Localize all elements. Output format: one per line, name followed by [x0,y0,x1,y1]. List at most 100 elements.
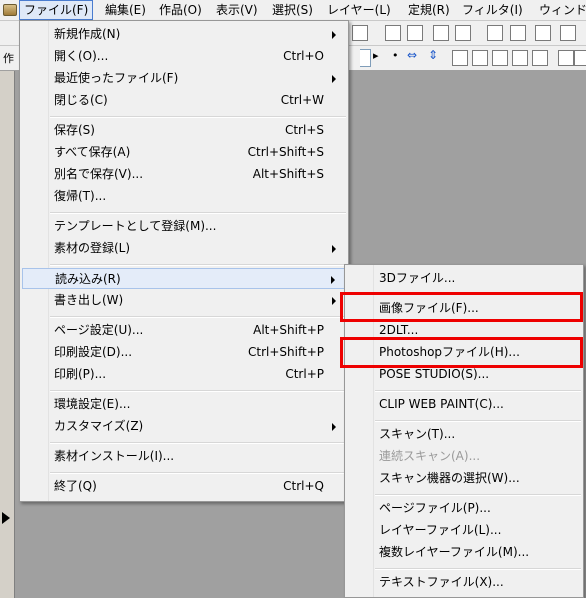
menu-item-clip-web-paint[interactable]: CLIP WEB PAINT(C)... [347,394,581,415]
tool-icon-7[interactable] [510,25,526,41]
tool-icon-9[interactable] [560,25,576,41]
menu-item-label: 最近使ったファイル(F) [54,71,179,85]
menu-item-select-scanner[interactable]: スキャン機器の選択(W)... [347,468,581,489]
menu-window[interactable]: ウィンド [535,1,586,19]
tool-icon-g[interactable] [574,50,586,66]
menu-edit[interactable]: 編集(E) [101,1,150,19]
menu-item-save-as[interactable]: 別名で保存(V)... Alt+Shift+S [22,164,346,185]
menu-item-export[interactable]: 書き出し(W) [22,290,346,311]
menu-item-shortcut: Ctrl+W [280,93,324,107]
menu-item-shortcut: Ctrl+Shift+S [247,145,324,159]
menu-item-label: 開く(O)... [54,49,109,63]
menu-separator [50,316,346,318]
menu-item-new[interactable]: 新規作成(N) [22,24,346,45]
menu-item-save-all[interactable]: すべて保存(A) Ctrl+Shift+S [22,142,346,163]
app-icon[interactable] [3,4,17,16]
vertical-arrows-icon[interactable]: ⇕ [428,48,438,62]
menu-item-recent[interactable]: 最近使ったファイル(F) [22,68,346,89]
menu-item-open[interactable]: 開く(O)... Ctrl+O [22,46,346,67]
play-icon[interactable]: ▸ [373,49,379,62]
menu-item-print[interactable]: 印刷(P)... Ctrl+P [22,364,346,385]
menu-item-layer-file[interactable]: レイヤーファイル(L)... [347,520,581,541]
menu-item-label: 復帰(T)... [54,189,107,203]
submenu-arrow-icon [332,31,336,39]
combo-box[interactable] [360,49,371,67]
collapse-arrow-icon[interactable] [2,512,10,524]
menu-item-label: 素材の登録(L) [54,241,131,255]
menu-item-print-setup[interactable]: 印刷設定(D)... Ctrl+Shift+P [22,342,346,363]
menu-item-continuous-scan[interactable]: 連続スキャン(A)... [347,446,581,467]
menu-item-import[interactable]: 読み込み(R) [22,268,346,289]
tool-icon-3[interactable] [407,25,423,41]
tool-icon-e[interactable] [532,50,548,66]
menu-item-label: スキャン機器の選択(W)... [379,471,520,485]
menu-view[interactable]: 表示(V) [212,1,262,19]
menu-item-label: 書き出し(W) [54,293,124,307]
menu-item-label: 印刷設定(D)... [54,345,133,359]
tool-icon-4[interactable] [433,25,449,41]
dot-icon[interactable]: • [392,49,399,62]
menu-item-install-material[interactable]: 素材インストール(I)... [22,446,346,467]
menu-item-customize[interactable]: カスタマイズ(Z) [22,416,346,437]
menu-item-label: テンプレートとして登録(M)... [54,219,217,233]
horizontal-arrows-icon[interactable]: ⇔ [407,48,417,62]
submenu-arrow-icon [332,297,336,305]
menu-item-label: テキストファイル(X)... [379,575,504,589]
menu-filter[interactable]: フィルタ(I) [458,1,527,19]
menu-separator [375,420,581,422]
menu-item-page-setup[interactable]: ページ設定(U)... Alt+Shift+P [22,320,346,341]
tool-icon-c[interactable] [492,50,508,66]
menu-item-shortcut: Ctrl+S [284,123,324,137]
menu-item-close[interactable]: 閉じる(C) Ctrl+W [22,90,346,111]
tool-icon-2[interactable] [385,25,401,41]
menu-separator [375,390,581,392]
menu-item-label: 別名で保存(V)... [54,167,144,181]
color-grid-icon[interactable] [455,25,471,41]
tool-icon-1[interactable] [352,25,368,41]
submenu-arrow-icon [332,423,336,431]
menu-item-exit[interactable]: 終了(Q) Ctrl+Q [22,476,346,497]
menu-item-label: CLIP WEB PAINT(C)... [379,397,504,411]
menu-item-label: ページ設定(U)... [54,323,144,337]
menu-item-label: 連続スキャン(A)... [379,449,481,463]
menu-item-shortcut: Ctrl+Q [283,479,324,493]
menu-item-label: カスタマイズ(Z) [54,419,144,433]
tool-icon-a[interactable] [452,50,468,66]
menu-item-register-template[interactable]: テンプレートとして登録(M)... [22,216,346,237]
menu-item-label: 新規作成(N) [54,27,121,41]
menu-item-preferences[interactable]: 環境設定(E)... [22,394,346,415]
tool-icon-6[interactable] [487,25,503,41]
tool-icon-8[interactable] [535,25,551,41]
menu-item-label: すべて保存(A) [54,145,131,159]
submenu-arrow-icon [332,245,336,253]
menu-item-3d-file[interactable]: 3Dファイル... [347,268,581,289]
menu-item-label: 閉じる(C) [54,93,108,107]
menu-item-shortcut: Ctrl+Shift+P [248,345,324,359]
menu-item-text-file[interactable]: テキストファイル(X)... [347,572,581,593]
menu-work[interactable]: 作品(O) [155,1,206,19]
menu-item-label: 3Dファイル... [379,271,456,285]
menu-item-page-file[interactable]: ページファイル(P)... [347,498,581,519]
highlight-box-image-file [340,292,583,322]
menu-item-revert[interactable]: 復帰(T)... [22,186,346,207]
menu-select[interactable]: 選択(S) [268,1,317,19]
menu-layer[interactable]: レイヤー(L) [323,1,395,19]
menu-item-multi-layer-file[interactable]: 複数レイヤーファイル(M)... [347,542,581,563]
menu-item-shortcut: Alt+Shift+P [253,323,324,337]
tool-icon-f[interactable] [558,50,574,66]
menu-item-save[interactable]: 保存(S) Ctrl+S [22,120,346,141]
file-menu: 新規作成(N) 開く(O)... Ctrl+O 最近使ったファイル(F) 閉じる… [19,20,349,502]
menu-separator [50,116,346,118]
menu-item-shortcut: Alt+Shift+S [252,167,324,181]
menu-separator [50,472,346,474]
menu-ruler[interactable]: 定規(R) [404,1,454,19]
left-panel [0,71,15,598]
menu-file[interactable]: ファイル(F) [19,0,94,20]
menu-item-scan[interactable]: スキャン(T)... [347,424,581,445]
tool-icon-d[interactable] [512,50,528,66]
menu-item-register-material[interactable]: 素材の登録(L) [22,238,346,259]
highlight-box-photoshop-file [340,337,583,368]
menu-item-label: 読み込み(R) [55,272,121,286]
submenu-arrow-icon [332,75,336,83]
tool-icon-b[interactable] [472,50,488,66]
